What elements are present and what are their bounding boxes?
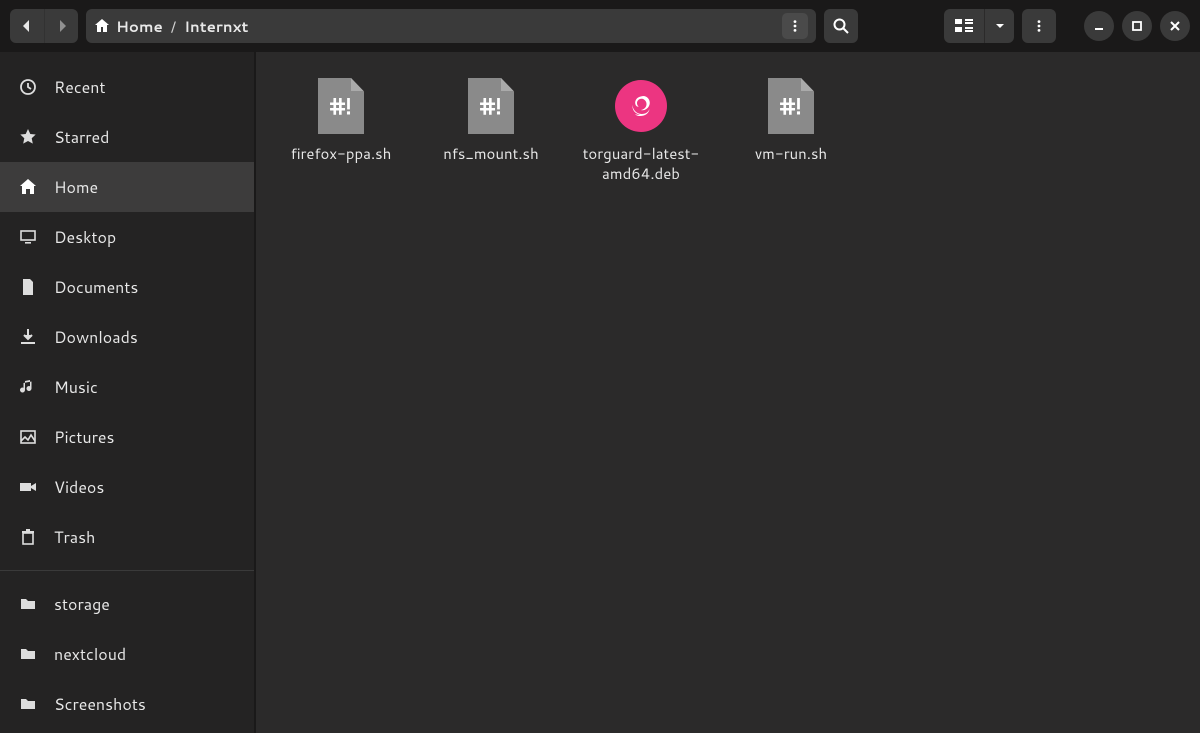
path-menu-button[interactable] [782, 13, 808, 39]
sidebar-item-desktop[interactable]: Desktop [0, 212, 254, 262]
sidebar-item-label: Documents [54, 276, 138, 299]
trash-icon [18, 528, 38, 546]
sidebar-item-label: Downloads [54, 326, 138, 349]
window-maximize-button[interactable] [1122, 11, 1152, 41]
music-icon [18, 378, 38, 396]
sidebar-item-label: Desktop [54, 226, 116, 249]
sidebar-item-label: Home [54, 176, 98, 199]
file-label: nfs_mount.sh [443, 144, 538, 164]
sidebar-item-downloads[interactable]: Downloads [0, 312, 254, 362]
download-icon [18, 328, 38, 346]
clock-icon [18, 78, 38, 96]
sidebar-item-trash[interactable]: Trash [0, 512, 254, 562]
hamburger-menu-button[interactable] [1022, 9, 1056, 43]
document-icon [18, 278, 38, 296]
breadcrumb-home-label: Home [116, 16, 163, 37]
file-label: firefox-ppa.sh [291, 144, 392, 164]
star-icon [18, 128, 38, 146]
sidebar-divider [0, 570, 254, 571]
sidebar-bookmark-screenshots[interactable]: Screenshots [0, 679, 254, 729]
sidebar: Recent Starred Home Desktop Documents [0, 52, 256, 733]
folder-icon [18, 595, 38, 613]
back-button[interactable] [10, 9, 44, 43]
sidebar-item-videos[interactable]: Videos [0, 462, 254, 512]
script-file-icon: #! [761, 76, 821, 136]
view-list-button[interactable] [944, 9, 984, 43]
search-button[interactable] [824, 9, 858, 43]
picture-icon [18, 428, 38, 446]
path-separator: / [171, 16, 176, 37]
desktop-icon [18, 228, 38, 246]
sidebar-item-label: Screenshots [54, 693, 146, 716]
view-controls [944, 9, 1014, 43]
nav-buttons [10, 9, 78, 43]
file-grid[interactable]: #! firefox-ppa.sh #! nfs_mount.sh torgua… [256, 52, 1200, 733]
folder-icon [18, 695, 38, 713]
sidebar-item-music[interactable]: Music [0, 362, 254, 412]
breadcrumb-home[interactable]: Home [94, 16, 163, 37]
sidebar-item-pictures[interactable]: Pictures [0, 412, 254, 462]
forward-button[interactable] [44, 9, 78, 43]
window-close-button[interactable] [1160, 11, 1190, 41]
sidebar-item-label: Music [54, 376, 98, 399]
view-dropdown-button[interactable] [984, 9, 1014, 43]
header-toolbar: Home / Internxt [0, 0, 1200, 52]
sidebar-item-label: Videos [54, 476, 104, 499]
sidebar-bookmark-nextcloud[interactable]: nextcloud [0, 629, 254, 679]
file-item[interactable]: #! nfs_mount.sh [416, 72, 566, 185]
sidebar-item-label: nextcloud [54, 643, 126, 666]
sidebar-bookmark-storage[interactable]: storage [0, 579, 254, 629]
file-item[interactable]: #! vm-run.sh [716, 72, 866, 185]
window-minimize-button[interactable] [1084, 11, 1114, 41]
script-file-icon: #! [461, 76, 521, 136]
sidebar-item-label: Starred [54, 126, 109, 149]
home-icon [18, 178, 38, 196]
sidebar-item-label: storage [54, 593, 110, 616]
sidebar-item-label: Trash [54, 526, 95, 549]
file-label: vm-run.sh [755, 144, 827, 164]
file-item[interactable]: torguard-latest-amd64.deb [566, 72, 716, 185]
sidebar-item-label: Recent [54, 76, 106, 99]
file-item[interactable]: #! firefox-ppa.sh [266, 72, 416, 185]
sidebar-item-starred[interactable]: Starred [0, 112, 254, 162]
video-icon [18, 478, 38, 496]
path-bar[interactable]: Home / Internxt [86, 9, 816, 43]
breadcrumb-current[interactable]: Internxt [184, 16, 248, 37]
script-file-icon: #! [311, 76, 371, 136]
sidebar-item-home[interactable]: Home [0, 162, 254, 212]
file-label: torguard-latest-amd64.deb [576, 144, 706, 185]
sidebar-item-recent[interactable]: Recent [0, 62, 254, 112]
home-icon [94, 18, 110, 34]
debian-package-icon [611, 76, 671, 136]
folder-icon [18, 645, 38, 663]
sidebar-item-documents[interactable]: Documents [0, 262, 254, 312]
sidebar-item-label: Pictures [54, 426, 114, 449]
breadcrumb-current-label: Internxt [184, 16, 248, 37]
